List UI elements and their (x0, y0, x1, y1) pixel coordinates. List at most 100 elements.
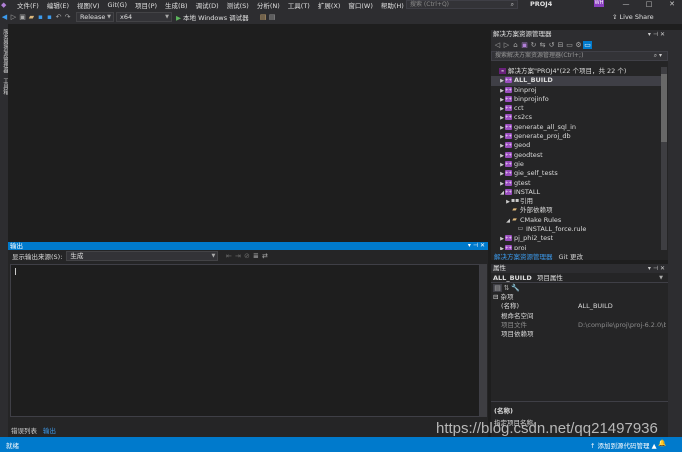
property-row[interactable]: (名称) ALL_BUILD (491, 302, 668, 311)
menu-tools[interactable]: 工具(T) (284, 0, 314, 10)
toolbar-options-icon[interactable]: ▤ (268, 13, 277, 21)
solution-search-placeholder: 搜索解决方案资源管理器(Ctrl+;) (495, 52, 584, 59)
project-icon: ++ (505, 86, 512, 93)
show-all-files-icon[interactable]: ▭ (565, 41, 574, 49)
notification-bell-icon[interactable]: 🔔 (658, 439, 666, 447)
tab-solution-explorer[interactable]: 解决方案资源管理器 (491, 251, 556, 261)
save-all-icon[interactable]: ▪ (45, 13, 54, 21)
collapse-all-icon[interactable]: ⊟ (556, 41, 565, 49)
maximize-button[interactable]: □ (641, 0, 657, 8)
preview-icon[interactable]: ▭ (583, 41, 592, 49)
property-pages-icon[interactable]: 🔧 (511, 284, 520, 292)
solution-tree-scroll-thumb[interactable] (661, 74, 667, 142)
next-message-icon[interactable]: ⇥ (233, 252, 242, 260)
tree-item[interactable]: ▶++ gie (491, 160, 661, 169)
tree-item-label: generate_proj_db (514, 132, 571, 141)
tree-item[interactable]: ▶++ generate_proj_db (491, 132, 661, 141)
pin-icon[interactable]: ▾ ⊣ ✕ (648, 264, 665, 273)
clear-all-icon[interactable]: ⊘ (242, 252, 251, 260)
menu-help[interactable]: 帮助(H) (377, 0, 408, 10)
categorized-icon[interactable]: ▤ (493, 284, 502, 292)
back-icon[interactable]: ◁ (493, 41, 502, 49)
save-icon[interactable]: ▪ (36, 13, 45, 21)
tree-item[interactable]: ▶▪▪引用 (491, 197, 661, 206)
pin-icon[interactable]: ▾ ⊣ ✕ (648, 30, 665, 39)
undo-icon[interactable]: ↶ (54, 13, 63, 21)
add-to-source-control-button[interactable]: ↑ 添加到源代码管理 ▲ (590, 440, 657, 450)
tree-item[interactable]: ▶++ binprojinfo (491, 95, 661, 104)
property-row[interactable]: 项目文件 D:\compile\proj\proj-6.2.0\bu (491, 321, 668, 330)
forward-icon[interactable]: ▷ (9, 13, 18, 21)
pending-changes-icon[interactable]: ↻ (529, 41, 538, 49)
menu-debug[interactable]: 调试(D) (192, 0, 223, 10)
new-item-icon[interactable]: ▣ (18, 13, 27, 21)
property-category[interactable]: ⊟ 杂项 (491, 293, 668, 302)
tree-item[interactable]: ▶++ cct (491, 104, 661, 113)
tree-item[interactable]: ▶++ binproj (491, 86, 661, 95)
tree-item[interactable]: ▶++ generate_all_sql_in (491, 123, 661, 132)
menu-edit[interactable]: 编辑(E) (43, 0, 73, 10)
tree-item-label: INSTALL (514, 187, 541, 196)
project-icon: ++ (505, 142, 512, 149)
tree-item[interactable]: ▶++ cs2cs (491, 113, 661, 122)
switch-views-icon[interactable]: ▣ (520, 41, 529, 49)
forward-icon[interactable]: ▷ (502, 41, 511, 49)
output-text-area[interactable] (10, 264, 480, 417)
menu-project[interactable]: 项目(P) (131, 0, 161, 10)
close-button[interactable]: ✕ (664, 0, 680, 8)
pin-icon[interactable]: ▾ ⊣ ✕ (468, 242, 485, 250)
tab-error-list[interactable]: 错误列表 (8, 425, 40, 435)
tool-icon[interactable]: ▤ (259, 13, 268, 21)
alphabetical-icon[interactable]: ⇅ (502, 284, 511, 292)
menu-window[interactable]: 窗口(W) (344, 0, 377, 10)
menu-build[interactable]: 生成(B) (161, 0, 192, 10)
menu-git[interactable]: Git(G) (104, 1, 132, 9)
tree-item[interactable]: ∞ 解决方案"PROJ4"(22 个项目，共 22 个) (491, 67, 661, 76)
menu-view[interactable]: 视图(V) (73, 0, 104, 10)
tree-item[interactable]: ▶++ geod (491, 141, 661, 150)
menu-extensions[interactable]: 扩展(X) (314, 0, 345, 10)
properties-icon[interactable]: ⚙ (574, 41, 583, 49)
tree-item[interactable]: ▰ 外部依赖项 (491, 206, 661, 215)
tree-item[interactable]: ▭ INSTALL_force.rule (491, 225, 661, 234)
tree-item[interactable]: ◢ ▰ CMake Rules (491, 216, 661, 225)
property-row[interactable]: 项目依赖项 (491, 330, 668, 339)
property-row[interactable]: 根命名空间 (491, 312, 668, 321)
folder-icon: ▰ (512, 206, 517, 214)
solution-search-input[interactable]: 搜索解决方案资源管理器(Ctrl+;) ⌕ ▾ (491, 51, 668, 61)
properties-object-select[interactable]: ALL_BUILD 项目属性 ▼ (491, 273, 668, 283)
output-scrollbar[interactable] (480, 264, 487, 417)
refresh-icon[interactable]: ↺ (547, 41, 556, 49)
menu-analyze[interactable]: 分析(N) (253, 0, 284, 10)
tree-item[interactable]: ▶++ proj (491, 244, 661, 250)
tree-item[interactable]: ▶++ pj_phi2_test (491, 234, 661, 243)
find-message-icon[interactable]: ⇤ (224, 252, 233, 260)
minimize-button[interactable]: — (618, 0, 634, 8)
avatar[interactable]: WH (594, 0, 604, 7)
tree-item[interactable]: ◢++ INSTALL (491, 188, 661, 197)
open-folder-icon[interactable]: ▰ (27, 13, 36, 21)
redo-icon[interactable]: ↷ (63, 13, 72, 21)
tree-item-label: cct (514, 104, 524, 113)
platform-select[interactable]: x64 ▼ (116, 12, 172, 22)
back-icon[interactable]: ◀ (0, 13, 9, 21)
tree-item[interactable]: ▶++ ALL_BUILD (491, 76, 661, 86)
live-share-button[interactable]: ⇪ Live Share (612, 13, 654, 21)
menu-file[interactable]: 文件(F) (13, 0, 43, 10)
tab-output[interactable]: 输出 (40, 425, 59, 435)
tree-item[interactable]: ▶++ gie_self_tests (491, 169, 661, 178)
word-wrap-icon[interactable]: ≣ (251, 252, 260, 260)
tree-item[interactable]: ▶++ gtest (491, 179, 661, 188)
configuration-value: Release (80, 13, 106, 21)
output-source-select[interactable]: 生成 ▼ (66, 251, 219, 261)
global-search-input[interactable]: 搜索 (Ctrl+Q) ⌕ (406, 0, 518, 9)
toggle-wrap-icon[interactable]: ⇄ (260, 252, 269, 260)
tab-git-changes[interactable]: Git 更改 (556, 251, 586, 261)
start-debugging-button[interactable]: ▶ 本地 Windows 调试器 (176, 12, 249, 22)
menu-test[interactable]: 测试(S) (223, 0, 253, 10)
configuration-select[interactable]: Release ▼ (76, 12, 114, 22)
solution-icon: ∞ (499, 68, 506, 74)
home-icon[interactable]: ⌂ (511, 41, 520, 49)
tree-item[interactable]: ▶++ geodtest (491, 151, 661, 160)
sync-icon[interactable]: ⇆ (538, 41, 547, 49)
